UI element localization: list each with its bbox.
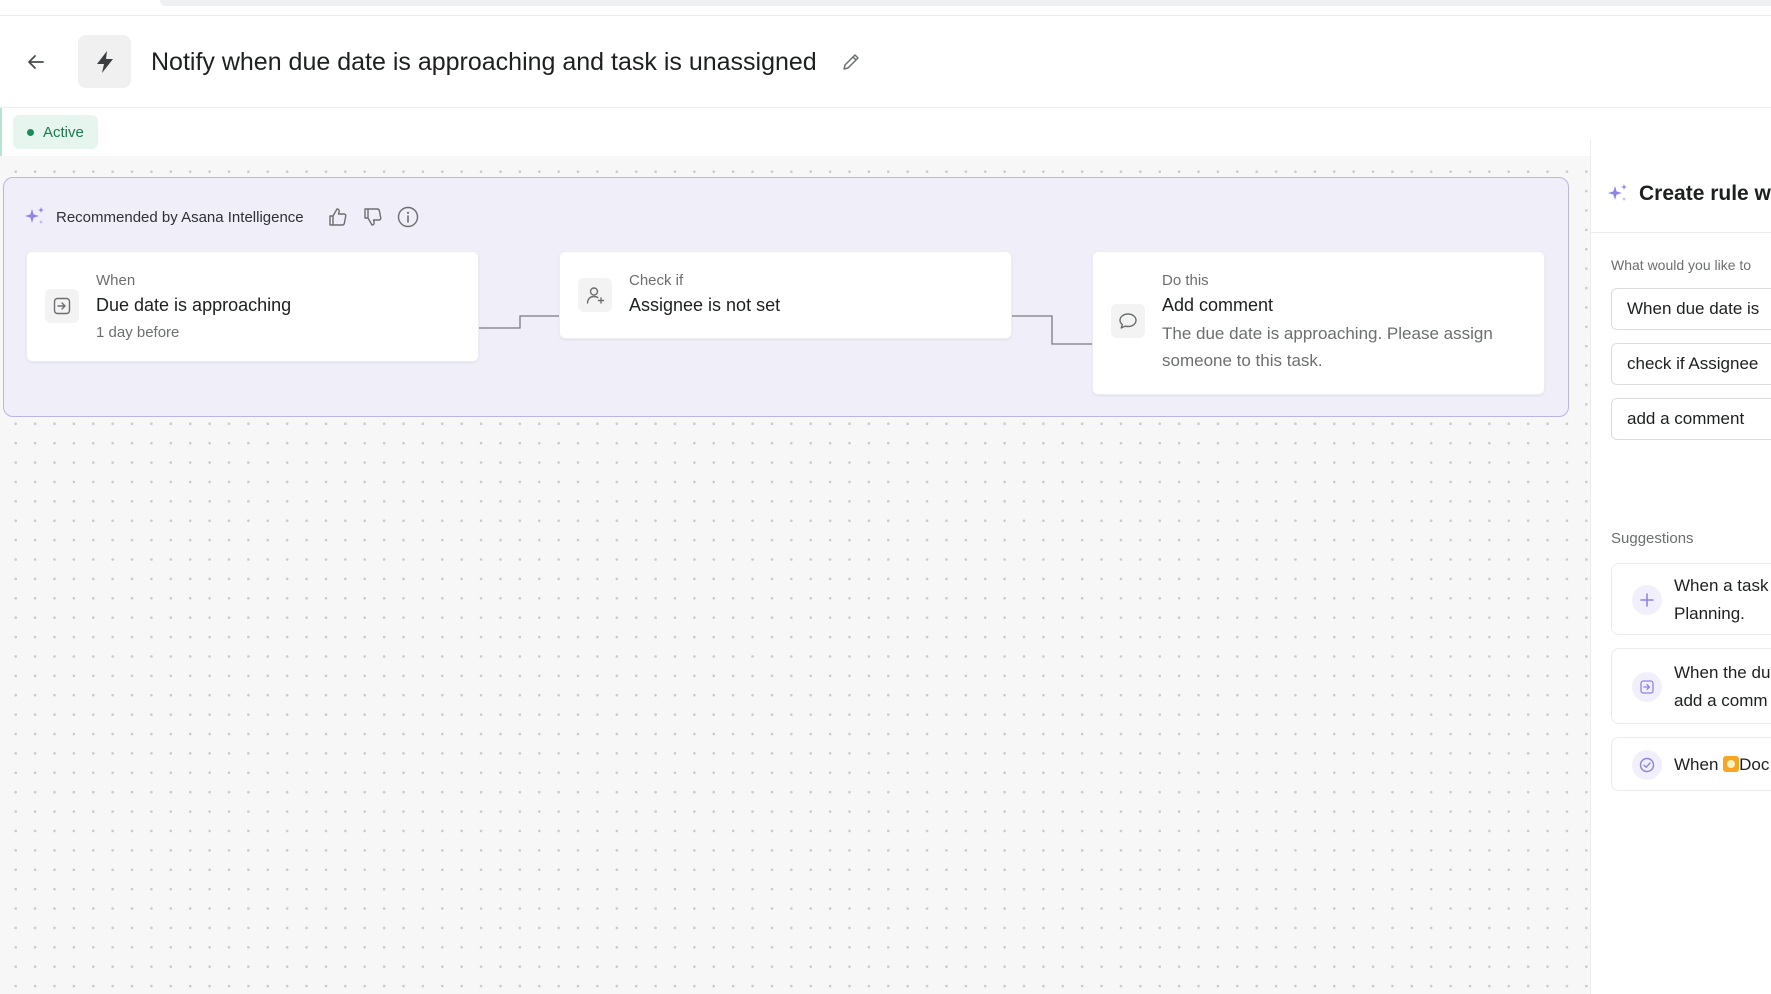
suggestion-text-line-2: add a comm bbox=[1674, 691, 1768, 710]
suggestion-text-suffix: Doc bbox=[1739, 755, 1770, 774]
recommended-rule-group: Recommended by Asana Intelligence When D… bbox=[3, 177, 1569, 417]
flow-connector-2 bbox=[1012, 315, 1092, 345]
thumbs-up-button[interactable] bbox=[326, 205, 350, 229]
condition-icon-tile bbox=[578, 278, 612, 312]
condition-card[interactable]: Check if Assignee is not set bbox=[559, 251, 1012, 339]
back-button[interactable] bbox=[18, 44, 54, 80]
page-title: Notify when due date is approaching and … bbox=[151, 48, 817, 76]
suggestion-item[interactable]: When the du add a comm bbox=[1611, 648, 1771, 724]
trigger-input[interactable]: When due date is bbox=[1611, 288, 1771, 330]
suggestion-item[interactable]: When a task Planning. bbox=[1611, 563, 1771, 635]
check-circle-icon bbox=[1632, 750, 1662, 780]
rule-icon-tile bbox=[78, 35, 131, 88]
document-emoji-icon bbox=[1723, 756, 1740, 772]
suggestion-item[interactable]: When Doc bbox=[1611, 737, 1771, 791]
app-window: Notify when due date is approaching and … bbox=[0, 0, 1771, 994]
condition-label: Check if bbox=[629, 272, 684, 289]
recommendation-label: Recommended by Asana Intelligence bbox=[56, 208, 304, 226]
thumbs-up-icon bbox=[328, 208, 347, 226]
action-label: Do this bbox=[1162, 272, 1209, 289]
panel-title: Create rule wi bbox=[1639, 182, 1771, 205]
trigger-icon-tile bbox=[45, 289, 79, 323]
suggestion-text-prefix: When bbox=[1674, 755, 1724, 774]
thumbs-down-icon bbox=[363, 208, 382, 226]
info-icon bbox=[397, 206, 418, 228]
trigger-card[interactable]: When Due date is approaching 1 day befor… bbox=[26, 251, 479, 362]
suggestion-text: When Doc bbox=[1674, 751, 1769, 779]
status-badge[interactable]: Active bbox=[13, 115, 98, 149]
user-add-icon bbox=[586, 287, 605, 304]
status-dot bbox=[27, 128, 34, 136]
action-description-line-1: The due date is approaching. Please assi… bbox=[1162, 324, 1493, 343]
trigger-title: Due date is approaching bbox=[96, 295, 292, 315]
comment-icon bbox=[1119, 313, 1137, 329]
top-strip bbox=[0, 0, 1771, 16]
panel-divider bbox=[1591, 232, 1771, 233]
suggestion-text-line-1: When a task bbox=[1674, 576, 1769, 595]
info-button[interactable] bbox=[396, 205, 420, 229]
sparkle-icon bbox=[25, 207, 44, 224]
date-arrow-icon bbox=[53, 297, 71, 315]
arrow-left-icon bbox=[28, 55, 44, 69]
date-arrow-icon bbox=[1632, 672, 1662, 702]
trigger-label: When bbox=[96, 272, 136, 289]
suggestions-label: Suggestions bbox=[1611, 530, 1694, 547]
action-input[interactable]: add a comment bbox=[1611, 398, 1771, 440]
action-title: Add comment bbox=[1162, 295, 1274, 315]
action-description-line-2: someone to this task. bbox=[1162, 351, 1323, 370]
browser-tab-strip bbox=[160, 0, 1771, 6]
action-icon-tile bbox=[1111, 304, 1145, 338]
rule-header: Notify when due date is approaching and … bbox=[0, 16, 1771, 108]
panel-header: Create rule wi bbox=[1607, 182, 1771, 206]
flow-connector-1 bbox=[479, 315, 559, 329]
edit-title-button[interactable] bbox=[838, 49, 864, 75]
plus-icon bbox=[1632, 585, 1662, 615]
suggestion-text-line-2: Planning. bbox=[1674, 604, 1745, 623]
thumbs-down-button[interactable] bbox=[361, 205, 385, 229]
lightning-bolt-icon bbox=[96, 50, 113, 73]
status-label: Active bbox=[43, 123, 84, 141]
sparkle-icon bbox=[1608, 184, 1627, 201]
action-card[interactable]: Do this Add comment The due date is appr… bbox=[1092, 251, 1545, 395]
condition-title: Assignee is not set bbox=[629, 295, 781, 315]
condition-input[interactable]: check if Assignee bbox=[1611, 343, 1771, 385]
panel-question: What would you like to bbox=[1611, 257, 1752, 273]
pencil-icon bbox=[843, 54, 859, 70]
recommendation-header: Recommended by Asana Intelligence bbox=[24, 204, 431, 230]
create-rule-panel: Create rule wi What would you like to Wh… bbox=[1590, 140, 1771, 994]
trigger-subtitle: 1 day before bbox=[96, 324, 180, 341]
suggestion-text-line-1: When the du bbox=[1674, 663, 1771, 682]
